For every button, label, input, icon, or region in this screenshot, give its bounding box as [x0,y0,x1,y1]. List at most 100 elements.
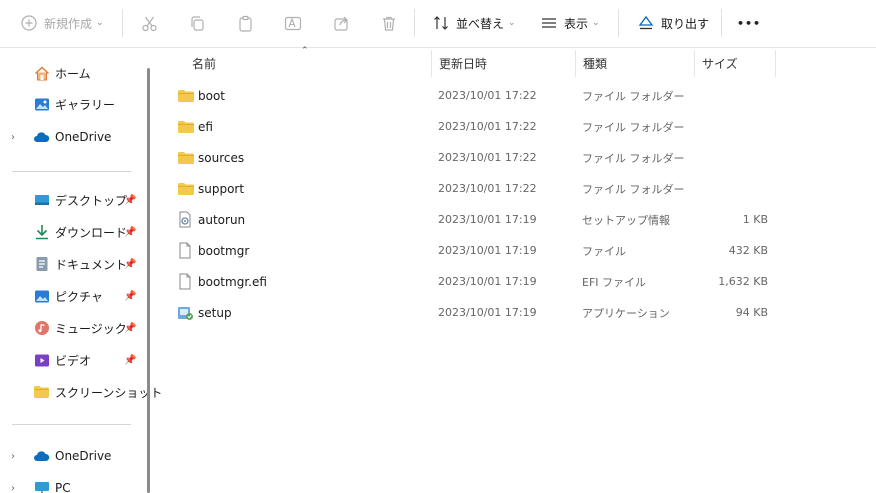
file-type: ファイル フォルダー [582,151,685,165]
pin-icon[interactable]: 📌 [124,259,136,270]
file-size: 1 KB [742,213,768,226]
cut-button[interactable] [140,0,158,46]
cloud-icon [33,448,50,464]
document-icon [33,256,50,272]
pin-icon[interactable]: 📌 [124,227,136,238]
view-button[interactable]: 表示 ⌄ [540,0,600,46]
file-type: ファイル フォルダー [582,89,685,103]
column-name[interactable]: 名前 [192,50,216,77]
paste-button[interactable] [236,0,254,46]
column-size[interactable]: サイズ [702,50,738,77]
nav-item-documents[interactable]: ドキュメント 📌 [0,249,140,279]
rename-icon [284,14,302,32]
nav-item-pc[interactable]: › PC [0,473,140,493]
nav-item-videos[interactable]: ビデオ 📌 [0,345,140,375]
column-size-label: サイズ [702,57,738,71]
new-button[interactable]: 新規作成 ⌄ [20,0,104,46]
list-view-icon [540,14,558,32]
column-header: ⌃ 名前 更新日時 種類 サイズ [160,46,876,77]
nav-label: デスクトップ [55,193,128,208]
nav-item-onedrive[interactable]: › OneDrive [0,122,140,152]
file-date: 2023/10/01 17:19 [438,275,537,288]
file-type: アプリケーション [582,306,670,320]
pin-icon[interactable]: 📌 [124,291,136,302]
file-row[interactable]: sources 2023/10/01 17:22 ファイル フォルダー [160,142,780,173]
column-resize-handle[interactable] [775,50,776,77]
file-name: support [198,181,245,196]
file-name: efi [198,119,213,134]
file-name: setup [198,305,232,320]
file-type: ファイル フォルダー [582,182,685,196]
nav-item-home[interactable]: ホーム [0,58,140,88]
nav-label: ピクチャ [55,289,103,304]
nav-item-onedrive-2[interactable]: › OneDrive [0,441,140,471]
more-options-button[interactable]: ••• [737,0,761,46]
clipboard-icon [236,14,254,32]
file-size [700,142,768,173]
sort-ascending-icon: ⌃ [301,46,309,56]
copy-button[interactable] [188,0,206,46]
file-type: セットアップ情報 [582,213,670,227]
nav-item-downloads[interactable]: ダウンロード 📌 [0,217,140,247]
folder-icon [177,173,195,204]
nav-label: ダウンロード [55,225,128,240]
new-button-label: 新規作成 [44,16,93,31]
pin-icon[interactable]: 📌 [124,195,136,206]
file-row[interactable]: efi 2023/10/01 17:22 ファイル フォルダー [160,111,780,142]
nav-item-pictures[interactable]: ピクチャ 📌 [0,281,140,311]
column-resize-handle[interactable] [694,50,695,77]
column-resize-handle[interactable] [431,50,432,77]
nav-item-desktop[interactable]: デスクトップ 📌 [0,185,140,215]
nav-label: OneDrive [55,130,112,144]
file-name: boot [198,88,226,103]
toolbar-divider [122,9,123,37]
chevron-right-icon[interactable]: › [11,132,15,143]
setup-info-file-icon [177,204,195,235]
file-size: 94 KB [735,306,768,319]
nav-item-music[interactable]: ミュージック 📌 [0,313,140,343]
column-date[interactable]: 更新日時 [439,50,487,77]
file-icon [177,235,195,266]
scissors-icon [140,14,158,32]
nav-scrollbar[interactable] [147,68,150,493]
pin-icon[interactable]: 📌 [124,355,136,366]
file-size: 1,632 KB [718,275,768,288]
column-type[interactable]: 種類 [583,50,607,77]
nav-label: OneDrive [55,449,112,463]
file-date: 2023/10/01 17:22 [438,182,537,195]
setup-app-icon [177,297,195,328]
file-row[interactable]: setup 2023/10/01 17:19 アプリケーション 94 KB [160,297,780,328]
chevron-right-icon[interactable]: › [11,483,15,493]
file-size [700,80,768,111]
nav-item-gallery[interactable]: ギャラリー [0,89,140,119]
command-bar: 新規作成 ⌄ 並べ替え ⌄ 表示 ⌄ 取り出す ••• [0,0,876,48]
file-row[interactable]: bootmgr 2023/10/01 17:19 ファイル 432 KB [160,235,780,266]
nav-label: ギャラリー [55,97,116,112]
file-row[interactable]: bootmgr.efi 2023/10/01 17:19 EFI ファイル 1,… [160,266,780,297]
nav-label: ミュージック [55,321,127,336]
file-icon [177,266,195,297]
view-button-label: 表示 [564,16,589,31]
file-type: EFI ファイル [582,275,647,289]
file-name: autorun [198,212,246,227]
chevron-right-icon[interactable]: › [11,451,15,462]
column-resize-handle[interactable] [575,50,576,77]
eject-button[interactable]: 取り出す [637,0,709,46]
share-button[interactable] [332,0,350,46]
rename-button[interactable] [284,0,302,46]
file-row[interactable]: support 2023/10/01 17:22 ファイル フォルダー [160,173,780,204]
gallery-icon [33,96,50,112]
folder-icon [177,111,195,142]
file-row[interactable]: boot 2023/10/01 17:22 ファイル フォルダー [160,80,780,111]
sort-button[interactable]: 並べ替え ⌄ [432,0,516,46]
trash-icon [380,14,398,32]
delete-button[interactable] [380,0,398,46]
download-arrow-icon [33,224,50,240]
toolbar-divider [618,9,619,37]
nav-item-screenshots[interactable]: スクリーンショット [0,377,162,407]
chevron-down-icon: ⌄ [96,18,104,28]
eject-icon [637,14,655,32]
file-row[interactable]: autorun 2023/10/01 17:19 セットアップ情報 1 KB [160,204,780,235]
chevron-down-icon: ⌄ [508,18,516,28]
pin-icon[interactable]: 📌 [124,323,136,334]
